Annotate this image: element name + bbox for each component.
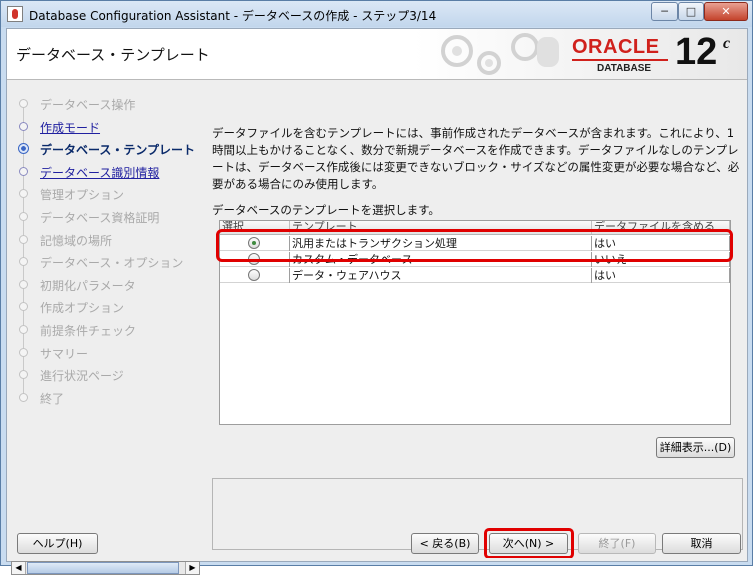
step-label: データベース資格証明	[40, 211, 160, 225]
wizard-content: データベース・テンプレート ORACLE DATABASE 12 c データベー…	[6, 28, 748, 575]
step-label: 作成オプション	[40, 301, 125, 316]
step-item: 記憶域の場所	[7, 229, 198, 249]
step-item: 初期化パラメータ	[7, 274, 198, 294]
step-label: データベース・テンプレート	[40, 143, 196, 158]
step-dot-icon	[19, 166, 28, 176]
scroll-right-arrow-icon[interactable]: ▶	[185, 562, 199, 574]
step-item[interactable]: データベース識別情報	[7, 161, 198, 181]
scroll-left-arrow-icon[interactable]: ◀	[12, 562, 26, 574]
highlight-annotation-table	[216, 229, 733, 262]
minimize-button[interactable]: ─	[651, 2, 678, 21]
step-dot-icon	[19, 257, 28, 267]
bottom-strip	[7, 558, 747, 561]
step-dot-icon	[19, 279, 28, 289]
template-description: データファイルを含むテンプレートには、事前作成されたデータベースが含まれます。こ…	[212, 126, 740, 191]
select-template-prompt: データベースのテンプレートを選択します。	[212, 203, 440, 217]
oracle-brand: ORACLE	[572, 36, 660, 58]
step-label: データベース・オプション	[40, 256, 184, 271]
step-item: 管理オプション	[7, 183, 198, 203]
version-number: 12	[675, 31, 718, 73]
oracle-logo: ORACLE DATABASE	[572, 36, 670, 76]
details-button[interactable]: 詳細表示...(D)	[656, 437, 735, 458]
finish-button[interactable]: 終了(F)	[578, 533, 656, 554]
step-dot-icon	[19, 302, 28, 312]
step-dot-icon	[19, 325, 28, 334]
version-suffix: c	[723, 35, 731, 52]
window-title: Database Configuration Assistant - データベー…	[29, 9, 437, 23]
gears-graphic	[441, 33, 559, 75]
highlight-annotation-next	[484, 528, 574, 559]
step-item: データベース資格証明	[7, 206, 198, 226]
step-label: 記憶域の場所	[40, 233, 113, 248]
step-label: サマリー	[40, 346, 89, 361]
step-label: 管理オプション	[40, 188, 125, 203]
step-item: データベース操作	[7, 93, 198, 113]
title-bar: Database Configuration Assistant - データベー…	[1, 1, 752, 27]
step-dot-icon	[19, 234, 28, 244]
radio-unselected-icon[interactable]	[248, 269, 260, 281]
step-item: データベース・テンプレート	[7, 138, 198, 158]
logo-rule	[572, 59, 668, 61]
step-label: 初期化パラメータ	[40, 278, 136, 293]
template-name: データ・ウェアハウス	[290, 268, 592, 283]
step-dot-icon	[19, 189, 28, 199]
step-dot-icon	[19, 370, 28, 380]
steps-horizontal-scrollbar[interactable]: ◀ ▶	[11, 561, 200, 575]
step-item: データベース・オプション	[7, 251, 198, 271]
maximize-button[interactable]: □	[678, 2, 704, 21]
step-dot-icon	[19, 347, 28, 357]
step-item: 作成オプション	[7, 296, 198, 316]
step-label[interactable]: データベース識別情報	[40, 164, 159, 181]
step-dot-icon	[19, 212, 28, 221]
step-label: 進行状況ページ	[40, 369, 124, 384]
step-label: データベース操作	[40, 98, 136, 112]
dbca-window: Database Configuration Assistant - データベー…	[0, 0, 753, 575]
step-label[interactable]: 作成モード	[40, 119, 100, 136]
step-label: 前提条件チェック	[40, 324, 137, 338]
select-cell[interactable]	[220, 268, 290, 283]
step-label: 終了	[40, 391, 65, 406]
step-dot-icon	[19, 99, 28, 108]
includes-datafiles-value: はい	[592, 268, 730, 283]
step-item: 進行状況ページ	[7, 364, 198, 384]
step-item: サマリー	[7, 342, 198, 362]
help-button[interactable]: ヘルプ(H)	[17, 533, 98, 554]
main-panel: データファイルを含むテンプレートには、事前作成されたデータベースが含まれます。こ…	[204, 81, 744, 550]
wizard-header: データベース・テンプレート ORACLE DATABASE 12 c	[7, 29, 747, 80]
steps-panel: データベース操作 作成モードデータベース・テンプレート データベース識別情報 管理オプ…	[7, 81, 200, 575]
step-item[interactable]: 作成モード	[7, 116, 198, 136]
current-step-icon	[18, 143, 29, 155]
scroll-thumb[interactable]	[27, 562, 179, 574]
cancel-button[interactable]: 取消	[662, 533, 741, 554]
step-dot-icon	[19, 392, 28, 402]
oracle-database-label: DATABASE	[597, 63, 652, 74]
step-item: 前提条件チェック	[7, 319, 198, 339]
table-row[interactable]: データ・ウェアハウス はい	[220, 268, 730, 283]
back-button[interactable]: < 戻る(B)	[411, 533, 479, 554]
java-app-icon	[7, 6, 23, 22]
step-item: 終了	[7, 387, 198, 407]
step-dot-icon	[19, 121, 28, 131]
page-title: データベース・テンプレート	[16, 46, 210, 64]
close-button[interactable]: ✕	[704, 2, 748, 21]
